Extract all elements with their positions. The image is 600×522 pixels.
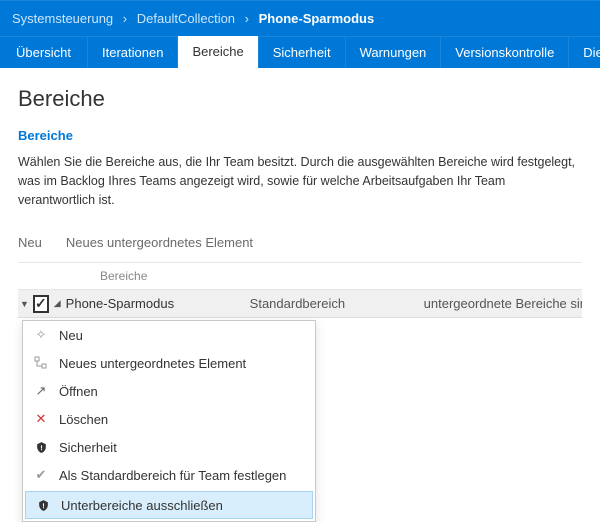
section-link-areas[interactable]: Bereiche	[18, 128, 582, 143]
menu-exclude-subareas[interactable]: Unterbereiche ausschließen	[25, 491, 313, 519]
column-areas: Bereiche	[100, 269, 147, 283]
row-default-badge: Standardbereich	[250, 296, 420, 311]
check-icon: ✔	[33, 467, 49, 483]
breadcrumb-part-1[interactable]: Systemsteuerung	[12, 11, 113, 26]
breadcrumb-current: Phone-Sparmodus	[259, 11, 375, 26]
menu-label: Neu	[59, 328, 83, 343]
expand-toggle[interactable]: ◢	[53, 298, 62, 309]
row-menu-trigger[interactable]: ▼	[20, 299, 29, 309]
menu-label: Sicherheit	[59, 440, 117, 455]
open-icon: ↗	[33, 383, 49, 399]
menu-label: Unterbereiche ausschließen	[61, 498, 223, 513]
context-menu: ✧ Neu Neues untergeordnetes Element ↗ Öf…	[22, 320, 316, 522]
chevron-right-icon: ›	[245, 11, 249, 26]
menu-label: Löschen	[59, 412, 108, 427]
menu-new-child[interactable]: Neues untergeordnetes Element	[23, 349, 315, 377]
toolbar-new[interactable]: Neu	[18, 235, 42, 250]
tab-version-control[interactable]: Versionskontrolle	[441, 36, 569, 68]
row-area-name: Phone-Sparmodus	[66, 296, 246, 311]
menu-label: Neues untergeordnetes Element	[59, 356, 246, 371]
grid-column-header: Bereiche	[18, 263, 582, 290]
tab-alerts[interactable]: Warnungen	[346, 36, 442, 68]
delete-icon: ✕	[33, 411, 49, 427]
tab-services[interactable]: Dienst…	[569, 36, 600, 68]
toolbar-new-child[interactable]: Neues untergeordnetes Element	[66, 235, 253, 250]
tab-overview[interactable]: Übersicht	[0, 36, 88, 68]
tab-bar: Übersicht Iterationen Bereiche Sicherhei…	[0, 36, 600, 68]
tab-areas[interactable]: Bereiche	[178, 36, 258, 68]
checkbox-checked-icon[interactable]: ✓	[33, 295, 49, 313]
description: Wählen Sie die Bereiche aus, die Ihr Tea…	[18, 153, 582, 209]
breadcrumb: Systemsteuerung › DefaultCollection › Ph…	[0, 0, 600, 36]
shield-icon	[33, 439, 49, 455]
menu-set-default[interactable]: ✔ Als Standardbereich für Team festlegen	[23, 461, 315, 489]
table-row[interactable]: ▼ ✓ ◢ Phone-Sparmodus Standardbereich un…	[18, 290, 582, 318]
menu-open[interactable]: ↗ Öffnen	[23, 377, 315, 405]
menu-security[interactable]: Sicherheit	[23, 433, 315, 461]
sparkle-icon: ✧	[33, 327, 49, 343]
menu-label: Als Standardbereich für Team festlegen	[59, 468, 286, 483]
breadcrumb-part-2[interactable]: DefaultCollection	[137, 11, 235, 26]
shield-icon	[35, 497, 51, 513]
chevron-right-icon: ›	[123, 11, 127, 26]
menu-new[interactable]: ✧ Neu	[23, 321, 315, 349]
page-title: Bereiche	[18, 86, 582, 112]
toolbar: Neu Neues untergeordnetes Element	[18, 227, 582, 263]
menu-label: Öffnen	[59, 384, 98, 399]
tab-iterations[interactable]: Iterationen	[88, 36, 178, 68]
tab-security[interactable]: Sicherheit	[259, 36, 346, 68]
row-subareas-status: untergeordnete Bereiche sind eing…	[424, 296, 582, 311]
child-node-icon	[33, 355, 49, 371]
menu-delete[interactable]: ✕ Löschen	[23, 405, 315, 433]
